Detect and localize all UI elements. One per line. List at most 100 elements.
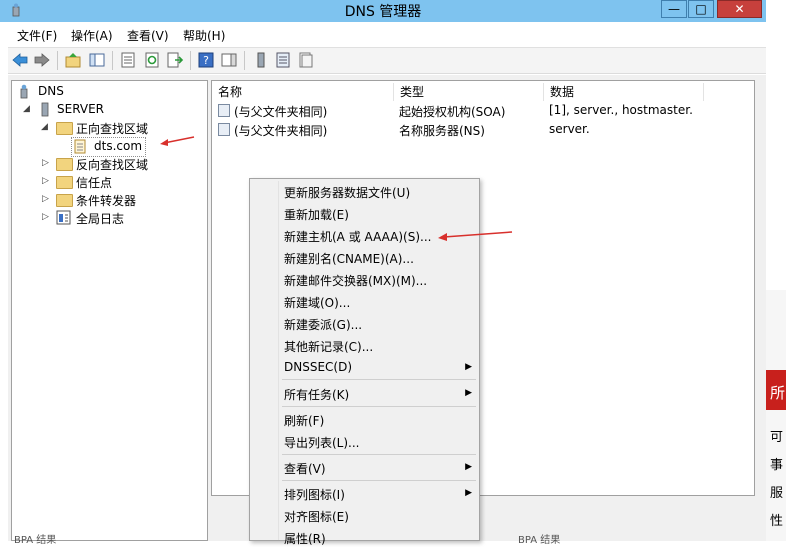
menu-item-line-up-icons[interactable]: 对齐图标(E) bbox=[284, 508, 349, 525]
toolbar-separator bbox=[190, 51, 191, 70]
collapsed-triangle-icon[interactable]: ▷ bbox=[42, 212, 49, 222]
close-button[interactable]: ✕ bbox=[717, 0, 762, 18]
dns-icon bbox=[20, 84, 28, 99]
expanded-triangle-icon[interactable]: ◢ bbox=[41, 122, 48, 132]
menu-item-export-list[interactable]: 导出列表(L)... bbox=[284, 434, 360, 451]
strip-panel bbox=[766, 290, 786, 541]
help-icon[interactable]: ? bbox=[197, 51, 215, 69]
up-folder-icon[interactable] bbox=[64, 51, 82, 69]
menu-separator bbox=[282, 454, 476, 455]
toolbar-separator bbox=[112, 51, 113, 70]
server-icon bbox=[41, 102, 49, 117]
menu-item-new-mx[interactable]: 新建邮件交换器(MX)(M)... bbox=[284, 272, 427, 289]
tree-label-dns: DNS bbox=[38, 84, 64, 98]
title-bar: DNS 管理器 bbox=[0, 0, 766, 22]
menu-item-new-delegation[interactable]: 新建委派(G)... bbox=[284, 316, 362, 333]
menu-item-new-host[interactable]: 新建主机(A 或 AAAA)(S)... bbox=[284, 228, 431, 245]
action-pane-icon[interactable] bbox=[220, 51, 238, 69]
strip-item: 可 bbox=[770, 430, 784, 445]
menu-item-arrange-icons-label: 排列图标(I) bbox=[284, 488, 345, 502]
menu-action[interactable]: 操作(A) bbox=[71, 27, 113, 44]
log-icon bbox=[56, 210, 71, 225]
menu-item-all-tasks[interactable]: 所有任务(K) ▶ bbox=[284, 386, 472, 403]
menu-item-properties[interactable]: 属性(R) bbox=[284, 530, 326, 547]
column-header-name[interactable]: 名称 bbox=[212, 83, 394, 101]
strip-header-text: 所 bbox=[770, 384, 786, 402]
menu-item-arrange-icons[interactable]: 排列图标(I) ▶ bbox=[284, 486, 472, 503]
export-list-icon[interactable] bbox=[166, 51, 184, 69]
zone-list-icon[interactable] bbox=[274, 51, 292, 69]
column-header-data[interactable]: 数据 bbox=[544, 83, 704, 101]
show-hide-tree-icon[interactable] bbox=[88, 51, 106, 69]
menu-item-view-label: 查看(V) bbox=[284, 462, 326, 476]
menu-item-new-domain[interactable]: 新建域(O)... bbox=[284, 294, 350, 311]
record-icon bbox=[218, 104, 230, 117]
toolbar: ? bbox=[8, 48, 766, 74]
cell-name: (与父文件夹相同) bbox=[234, 124, 328, 138]
maximize-button[interactable]: □ bbox=[688, 0, 714, 18]
properties-icon[interactable] bbox=[119, 51, 137, 69]
table-row[interactable]: (与父文件夹相同) 起始授权机构(SOA) [1], server., host… bbox=[218, 102, 748, 120]
submenu-arrow-icon: ▶ bbox=[465, 462, 472, 472]
menu-item-reload[interactable]: 重新加载(E) bbox=[284, 206, 349, 223]
strip-item: 性 bbox=[770, 514, 784, 529]
cell-type: 起始授权机构(SOA) bbox=[399, 105, 506, 119]
tree-node-dts-com[interactable]: dts.com bbox=[71, 137, 146, 157]
tree-label-dts-com: dts.com bbox=[94, 139, 143, 153]
cell-data: server. bbox=[549, 122, 590, 136]
back-arrow-icon[interactable] bbox=[11, 51, 29, 69]
zone-file-icon bbox=[74, 139, 86, 154]
tree-node-global-logs[interactable]: ▷ 全局日志 bbox=[38, 209, 198, 227]
tree-label-conditional-forwarders: 条件转发器 bbox=[76, 194, 137, 208]
collapsed-triangle-icon[interactable]: ▷ bbox=[42, 158, 49, 168]
tree-label-trust-points: 信任点 bbox=[76, 176, 113, 190]
menu-gutter bbox=[278, 181, 279, 540]
table-row[interactable]: (与父文件夹相同) 名称服务器(NS) server. bbox=[218, 121, 748, 139]
window-title: DNS 管理器 bbox=[344, 4, 422, 20]
tree-label-forward-zone: 正向查找区域 bbox=[76, 122, 149, 136]
menu-separator bbox=[282, 406, 476, 407]
tree-node-reverse-zone[interactable]: ▷ 反向查找区域 bbox=[38, 155, 198, 173]
tree-node-dns[interactable]: DNS bbox=[18, 83, 198, 101]
folder-icon bbox=[56, 158, 73, 171]
records-icon[interactable] bbox=[296, 51, 314, 69]
strip-item: 服 bbox=[770, 486, 784, 501]
menu-item-new-alias[interactable]: 新建别名(CNAME)(A)... bbox=[284, 250, 414, 267]
tree-node-conditional-forwarders[interactable]: ▷ 条件转发器 bbox=[38, 191, 198, 209]
menu-separator bbox=[282, 379, 476, 380]
menu-item-refresh[interactable]: 刷新(F) bbox=[284, 412, 324, 429]
menu-file[interactable]: 文件(F) bbox=[17, 27, 57, 44]
submenu-arrow-icon: ▶ bbox=[465, 488, 472, 498]
expanded-triangle-icon[interactable]: ◢ bbox=[23, 104, 30, 114]
folder-icon bbox=[56, 122, 73, 135]
folder-icon bbox=[56, 194, 73, 207]
server-icon[interactable] bbox=[252, 51, 270, 69]
menu-item-all-tasks-label: 所有任务(K) bbox=[284, 388, 350, 402]
refresh-icon[interactable] bbox=[143, 51, 161, 69]
forward-arrow-icon[interactable] bbox=[33, 51, 51, 69]
tree-node-trust-points[interactable]: ▷ 信任点 bbox=[38, 173, 198, 191]
menu-item-other-new-records[interactable]: 其他新记录(C)... bbox=[284, 338, 373, 355]
collapsed-triangle-icon[interactable]: ▷ bbox=[42, 176, 49, 186]
menu-item-dnssec[interactable]: DNSSEC(D) ▶ bbox=[284, 360, 472, 374]
menu-item-update-server-data[interactable]: 更新服务器数据文件(U) bbox=[284, 184, 410, 201]
red-annotation-arrow bbox=[160, 136, 195, 146]
record-icon bbox=[218, 123, 230, 136]
menu-bar: 文件(F) 操作(A) 查看(V) 帮助(H) bbox=[8, 23, 766, 48]
menu-item-view[interactable]: 查看(V) ▶ bbox=[284, 460, 472, 477]
toolbar-separator bbox=[57, 51, 58, 70]
strip-item: 事 bbox=[770, 458, 784, 473]
column-header-type[interactable]: 类型 bbox=[394, 83, 544, 101]
menu-view[interactable]: 查看(V) bbox=[127, 27, 169, 44]
cell-name: (与父文件夹相同) bbox=[234, 105, 328, 119]
toolbar-separator bbox=[244, 51, 245, 70]
submenu-arrow-icon: ▶ bbox=[465, 388, 472, 398]
collapsed-triangle-icon[interactable]: ▷ bbox=[42, 194, 49, 204]
cell-data: [1], server., hostmaster. bbox=[549, 103, 693, 117]
tree-label-server: SERVER bbox=[57, 102, 105, 116]
tree-label-global-logs: 全局日志 bbox=[76, 212, 125, 226]
minimize-button[interactable]: — bbox=[661, 0, 687, 18]
status-text-right: BPA 结果 bbox=[518, 535, 561, 546]
menu-help[interactable]: 帮助(H) bbox=[183, 27, 225, 44]
tree-node-server[interactable]: ◢ SERVER bbox=[20, 101, 200, 119]
